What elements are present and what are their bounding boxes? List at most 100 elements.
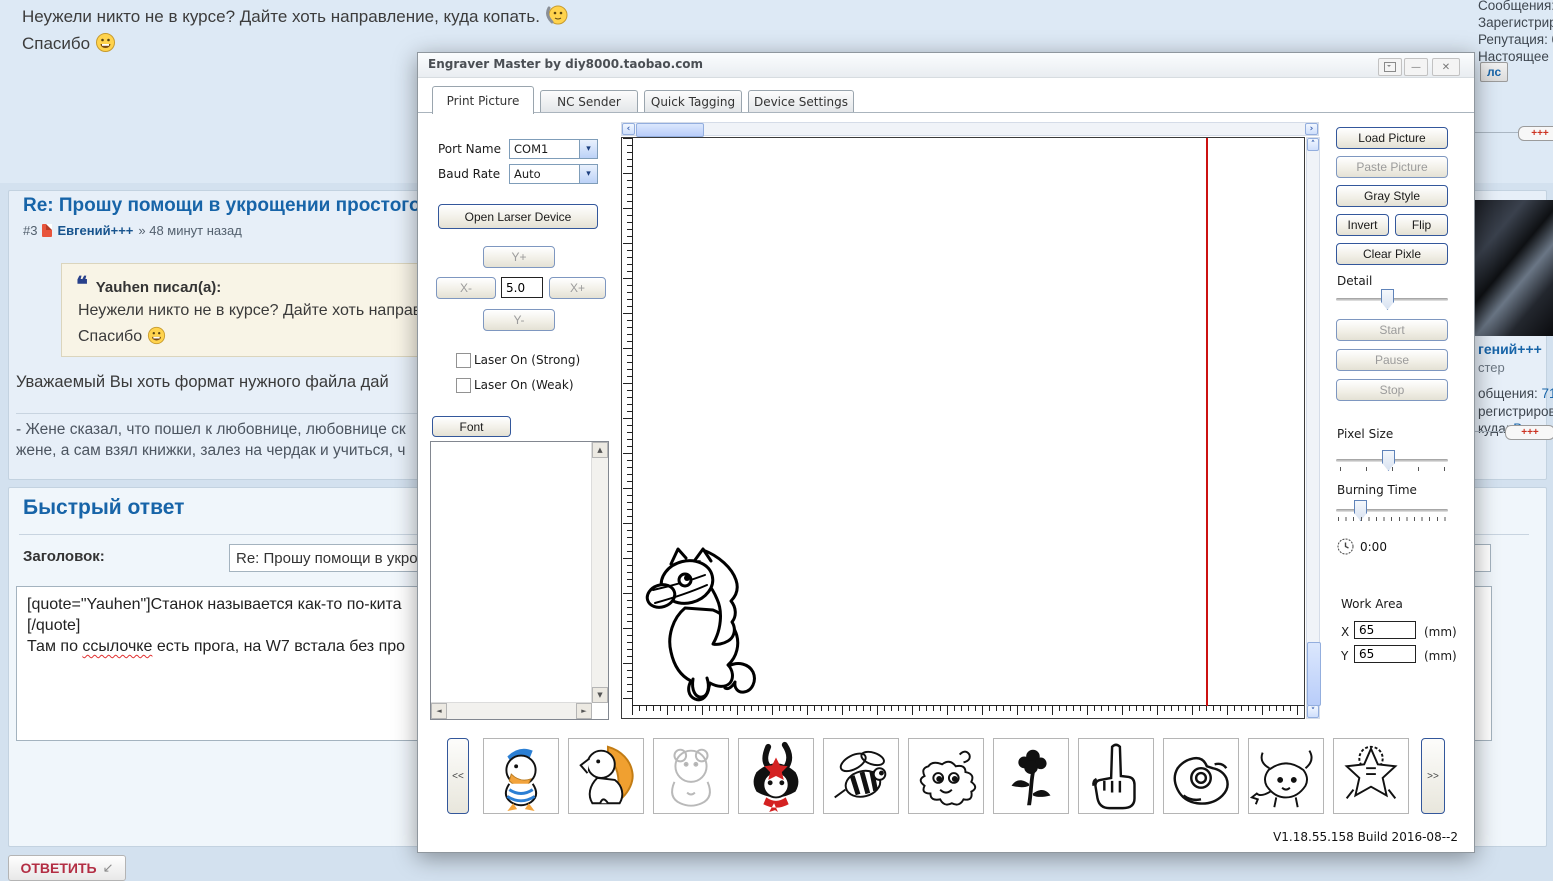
elapsed-time: 0:00 [1360, 540, 1387, 554]
poster-stats: Сообщения: 2 Зарегистриров Репутация: 0 … [1478, 0, 1553, 64]
work-area-y-input[interactable] [1354, 645, 1416, 663]
font-button[interactable]: Font [432, 416, 511, 437]
subject-label: Заголовок: [23, 548, 105, 565]
work-area-x-label: X [1341, 625, 1350, 639]
thumbnail-rose[interactable] [993, 738, 1069, 814]
work-area-y-label: Y [1341, 649, 1349, 663]
jog-y-minus-button[interactable]: Y- [483, 309, 555, 331]
grin-smiley-icon [147, 326, 166, 350]
reputation-plus-button[interactable]: +++ [1505, 425, 1553, 440]
window-titlebar[interactable]: Engraver Master by diy8000.taobao.com — … [418, 53, 1474, 78]
reply-submit-button[interactable]: ОТВЕТИТЬ ↙ [8, 855, 126, 881]
close-icon: ✕ [1441, 61, 1451, 73]
pony-drawing [645, 544, 763, 705]
tab-quick-tagging[interactable]: Quick Tagging [644, 90, 742, 113]
clear-pixel-button[interactable]: Clear Pixle [1336, 243, 1448, 265]
start-button[interactable]: Start [1336, 319, 1448, 341]
top-post-line1: Неужели никто не в курсе? Дайте хоть нап… [22, 4, 569, 31]
canvas-vscrollbar[interactable]: ˄ ˅ [1306, 137, 1321, 719]
vertical-ruler [622, 138, 633, 705]
thumbnail-rabbit-girl[interactable] [738, 738, 814, 814]
work-area-x-input[interactable] [1354, 621, 1416, 639]
grin-smiley-icon [95, 32, 116, 58]
pause-button[interactable]: Pause [1336, 349, 1448, 371]
scroll-right-icon[interactable]: › [1305, 123, 1318, 135]
baud-rate-select[interactable]: Auto ▾ [509, 164, 598, 184]
jog-step-input[interactable] [501, 277, 543, 298]
scroll-up-icon[interactable]: ▲ [592, 442, 608, 458]
thumbnail-duck[interactable] [483, 738, 559, 814]
top-post-line2: Спасибо [22, 32, 116, 58]
listbox-hscrollbar[interactable]: ◄ ► [431, 702, 592, 719]
thumbnail-pointing-hand[interactable] [1163, 738, 1239, 814]
signature-line1: - Жене сказал, что пошел к любовнице, лю… [16, 421, 406, 438]
detail-label: Detail [1337, 274, 1373, 288]
paste-picture-button[interactable]: Paste Picture [1336, 156, 1448, 178]
thumbnails-prev-button[interactable]: << [447, 738, 469, 814]
phone-smiley-icon [545, 4, 569, 31]
scroll-down-icon[interactable]: ▼ [592, 687, 608, 703]
sidebar-author-name[interactable]: гений+++ [1478, 341, 1542, 357]
quote-icon: ❝ [76, 272, 88, 297]
thumbnail-middle-finger[interactable] [1078, 738, 1154, 814]
reply-arrow-icon: ↙ [102, 860, 114, 875]
laser-weak-checkbox[interactable] [456, 378, 471, 393]
load-picture-button[interactable]: Load Picture [1336, 127, 1448, 149]
gray-style-button[interactable]: Gray Style [1336, 185, 1448, 207]
burning-time-ticks [1338, 517, 1448, 521]
chevron-down-icon[interactable]: ▾ [579, 140, 597, 158]
quick-reply-heading: Быстрый ответ [23, 496, 185, 519]
thumbnail-sheep[interactable] [908, 738, 984, 814]
scroll-right-icon[interactable]: ► [576, 703, 592, 719]
thumbnail-teddy-bear[interactable] [653, 738, 729, 814]
detail-slider-thumb[interactable] [1381, 289, 1394, 310]
version-text: V1.18.55.158 Build 2016-08--2 [1273, 830, 1458, 844]
open-laser-device-button[interactable]: Open Larser Device [438, 204, 598, 229]
burning-time-slider[interactable] [1336, 509, 1448, 512]
invert-button[interactable]: Invert [1336, 214, 1389, 236]
work-area-limit-line [1206, 138, 1208, 706]
stop-button[interactable]: Stop [1336, 379, 1448, 401]
thumbnails-next-button[interactable]: >> [1421, 738, 1445, 814]
scroll-left-icon[interactable]: ◄ [431, 703, 447, 719]
jog-x-plus-button[interactable]: X+ [549, 277, 606, 299]
signature-line2: жене, а сам взял книжки, залез на чердак… [16, 442, 406, 459]
jog-y-plus-button[interactable]: Y+ [483, 246, 555, 268]
pixel-size-label: Pixel Size [1337, 427, 1394, 441]
minimize-button[interactable]: — [1404, 58, 1428, 76]
vscroll-thumb[interactable] [1307, 642, 1321, 706]
scroll-down-icon[interactable]: ˅ [1307, 705, 1319, 718]
tab-device-settings[interactable]: Device Settings [748, 90, 854, 113]
laser-weak-label: Laser On (Weak) [474, 378, 574, 392]
flip-button[interactable]: Flip [1395, 214, 1448, 236]
chevron-down-icon[interactable]: ▾ [579, 165, 597, 183]
burning-time-label: Burning Time [1337, 483, 1417, 497]
tab-print-picture[interactable]: Print Picture [432, 86, 534, 114]
post-title[interactable]: Re: Прошу помощи в укрощении простого к [23, 195, 435, 217]
quote-header: ❝ Yauhen писал(а): [76, 272, 222, 297]
scroll-up-icon[interactable]: ˄ [1307, 138, 1319, 151]
port-name-label: Port Name [438, 142, 502, 156]
thumbnail-bee[interactable] [823, 738, 899, 814]
reputation-plus-button[interactable]: +++ [1518, 126, 1553, 141]
text-listbox[interactable]: ▲ ▼ ◄ ► [430, 441, 609, 720]
listbox-vscrollbar[interactable]: ▲ ▼ [591, 442, 608, 703]
scroll-left-icon[interactable]: ‹ [622, 123, 635, 135]
port-name-select[interactable]: COM1 ▾ [509, 139, 598, 159]
private-message-button[interactable]: лс [1480, 62, 1509, 82]
thumbnail-star-emblem[interactable] [1333, 738, 1409, 814]
clock-icon [1337, 538, 1354, 558]
tab-nc-sender[interactable]: NC Sender [540, 90, 638, 113]
jog-x-minus-button[interactable]: X- [436, 277, 496, 299]
hscroll-thumb[interactable] [636, 123, 704, 137]
work-area-y-unit: (mm) [1424, 649, 1457, 663]
engraving-canvas[interactable] [621, 137, 1305, 719]
canvas-hscrollbar[interactable]: ‹ › [621, 122, 1319, 137]
window-menu-button[interactable] [1378, 58, 1402, 76]
thumbnail-bull[interactable] [1248, 738, 1324, 814]
thumbnail-pony[interactable] [568, 738, 644, 814]
close-button[interactable]: ✕ [1432, 58, 1460, 76]
post-doc-icon[interactable] [42, 224, 53, 237]
laser-strong-checkbox[interactable] [456, 353, 471, 368]
post-author-link[interactable]: Евгений+++ [57, 223, 133, 238]
